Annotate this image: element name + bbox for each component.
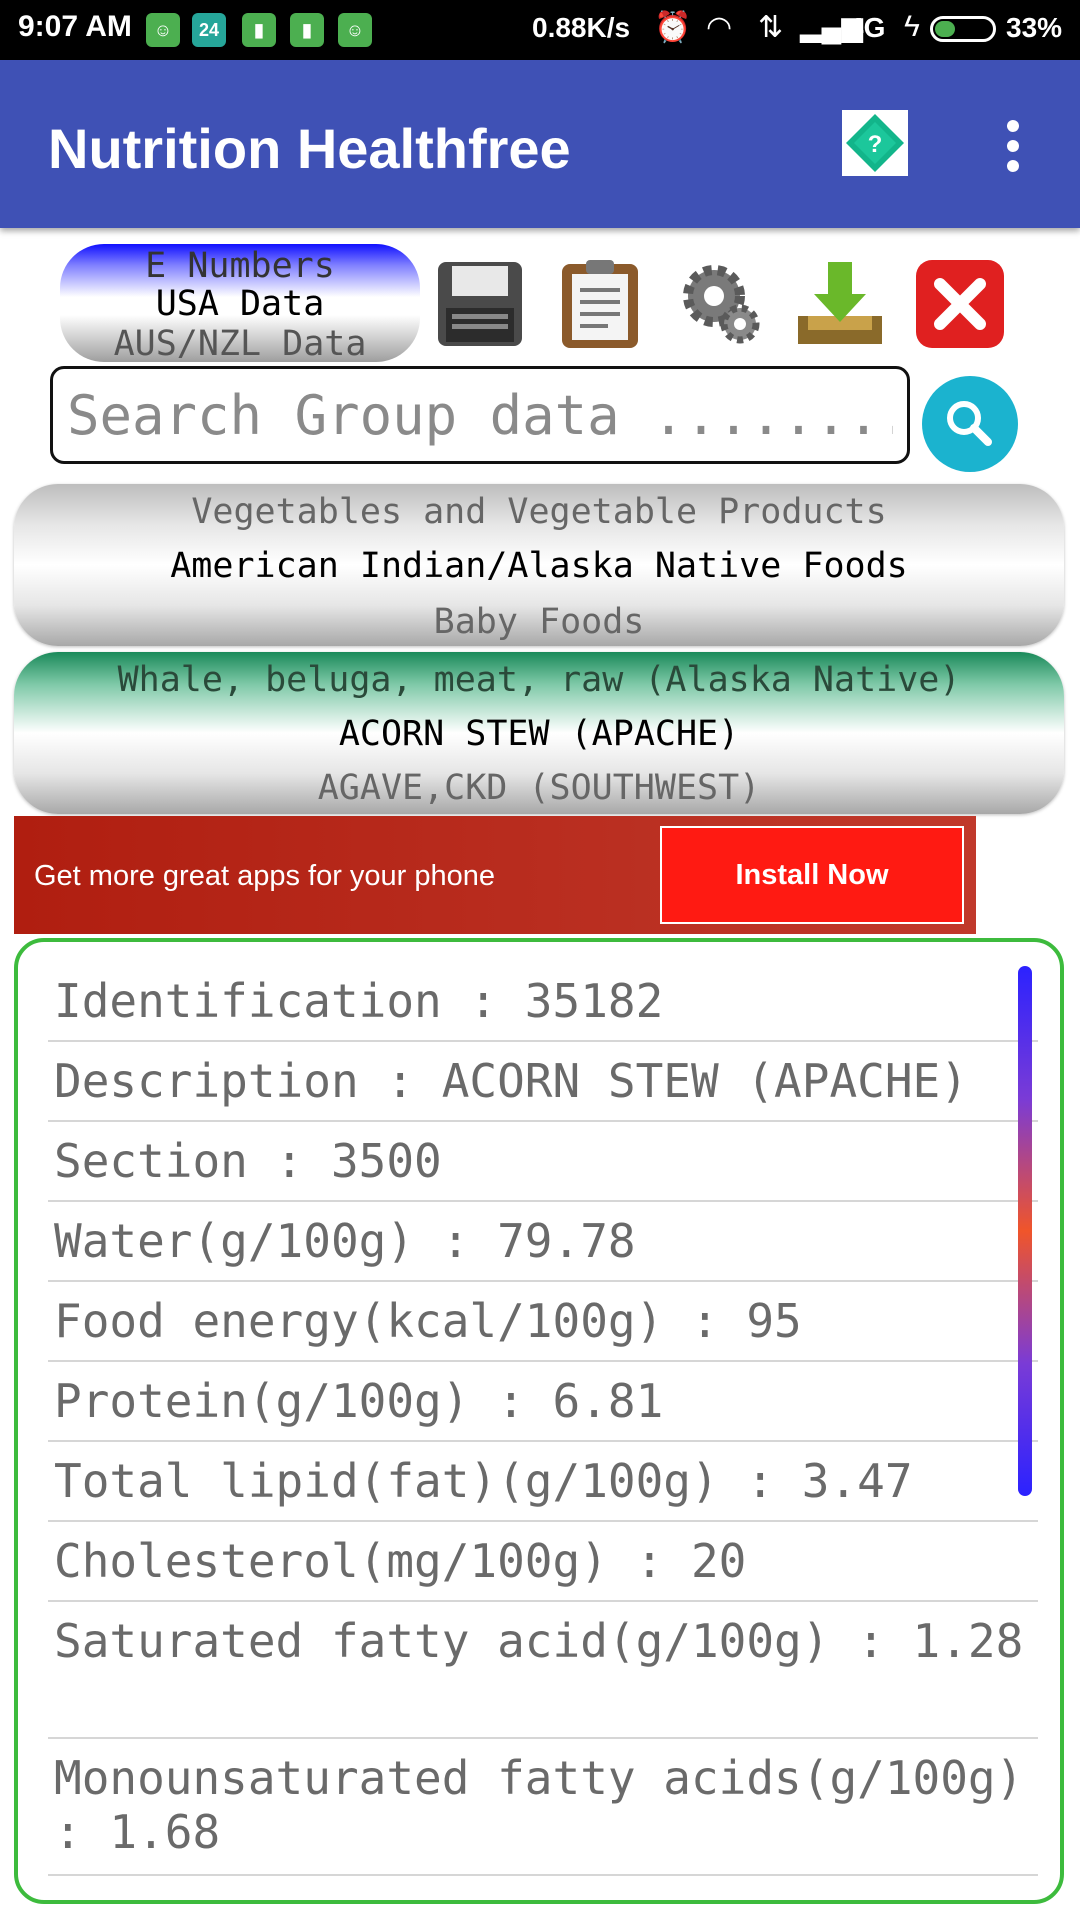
download-icon <box>798 262 882 344</box>
detail-description: Description : ACORN STEW (APACHE) <box>48 1042 1038 1122</box>
database-option-above[interactable]: E Numbers <box>60 246 420 286</box>
detail-cholesterol: Cholesterol(mg/100g) : 20 <box>48 1522 1038 1602</box>
food-item-picker[interactable]: Whale, beluga, meat, raw (Alaska Native)… <box>14 652 1064 814</box>
alarm-icon: ⏰ <box>654 11 692 44</box>
food-item-option-below[interactable]: AGAVE,CKD (SOUTHWEST) <box>14 768 1064 808</box>
close-icon <box>916 260 1004 348</box>
clipboard-button[interactable] <box>552 256 648 352</box>
database-selector[interactable]: E Numbers USA Data AUS/NZL Data <box>60 244 420 362</box>
food-details-list[interactable]: Identification : 35182 Description : ACO… <box>48 962 1038 1876</box>
save-icon <box>438 262 522 346</box>
app-title: Nutrition Healthfree <box>48 117 571 180</box>
install-now-button[interactable]: Install Now <box>660 826 964 924</box>
search-icon <box>947 401 992 446</box>
more-vert-icon <box>1007 120 1019 172</box>
network-type: 4G <box>848 12 886 43</box>
settings-icon <box>683 265 760 344</box>
app-bar: Nutrition Healthfree ? <box>0 60 1080 228</box>
download-button[interactable] <box>792 256 888 352</box>
exit-button[interactable] <box>912 256 1008 352</box>
food-group-option-selected[interactable]: American Indian/Alaska Native Foods <box>14 546 1064 586</box>
wifi-icon: ◠ <box>706 11 733 44</box>
details-scrollbar[interactable] <box>1018 966 1032 1496</box>
food-group-option-above[interactable]: Vegetables and Vegetable Products <box>14 492 1064 532</box>
database-option-selected[interactable]: USA Data <box>60 284 420 324</box>
notification-count-badge: 24 <box>192 13 226 47</box>
charging-icon: ϟ <box>904 10 920 43</box>
data-transfer-icon: ⇅ <box>758 11 784 44</box>
android-notification-icon: ☺ <box>146 13 180 47</box>
food-item-option-selected[interactable]: ACORN STEW (APACHE) <box>14 714 1064 754</box>
overflow-menu-button[interactable] <box>998 116 1028 176</box>
detail-food-energy: Food energy(kcal/100g) : 95 <box>48 1282 1038 1362</box>
detail-section: Section : 3500 <box>48 1122 1038 1202</box>
database-option-below[interactable]: AUS/NZL Data <box>60 324 420 362</box>
clipboard-icon <box>562 260 638 348</box>
search-field[interactable] <box>50 366 910 464</box>
battery-notification-icon-2: ▮ <box>290 13 324 47</box>
food-group-picker[interactable]: Vegetables and Vegetable Products Americ… <box>14 484 1064 646</box>
food-group-option-below[interactable]: Baby Foods <box>14 602 1064 642</box>
android-notification-icon-2: ☺ <box>338 13 372 47</box>
search-input[interactable] <box>53 369 907 461</box>
help-icon: ? <box>846 114 904 172</box>
battery-icon <box>930 16 996 42</box>
settings-button[interactable] <box>672 256 768 352</box>
detail-protein: Protein(g/100g) : 6.81 <box>48 1362 1038 1442</box>
ad-banner[interactable]: Get more great apps for your phone Insta… <box>14 816 976 934</box>
status-bar: 9:07 AM ☺ 24 ▮ ▮ ☺ 0.88K/s ⏰ ◠ ⇅ ▂▄▆ 4G … <box>0 0 1080 60</box>
detail-monounsaturated-fat: Monounsaturated fatty acids(g/100g) : 1.… <box>48 1739 1038 1876</box>
detail-total-lipid: Total lipid(fat)(g/100g) : 3.47 <box>48 1442 1038 1522</box>
battery-notification-icon: ▮ <box>242 13 276 47</box>
save-button[interactable] <box>432 256 528 352</box>
status-time: 9:07 AM <box>18 10 132 43</box>
network-speed: 0.88K/s <box>532 12 631 43</box>
detail-water: Water(g/100g) : 79.78 <box>48 1202 1038 1282</box>
detail-saturated-fat: Saturated fatty acid(g/100g) : 1.28 <box>48 1602 1038 1739</box>
ad-text: Get more great apps for your phone <box>34 860 496 892</box>
detail-identification: Identification : 35182 <box>48 962 1038 1042</box>
help-icon-label: ? <box>868 131 883 158</box>
food-details-card: Identification : 35182 Description : ACO… <box>14 938 1064 1904</box>
food-item-option-above[interactable]: Whale, beluga, meat, raw (Alaska Native) <box>14 660 1064 700</box>
help-button[interactable]: ? <box>842 110 908 176</box>
search-button[interactable] <box>922 376 1018 472</box>
battery-percent: 33% <box>1006 12 1063 43</box>
